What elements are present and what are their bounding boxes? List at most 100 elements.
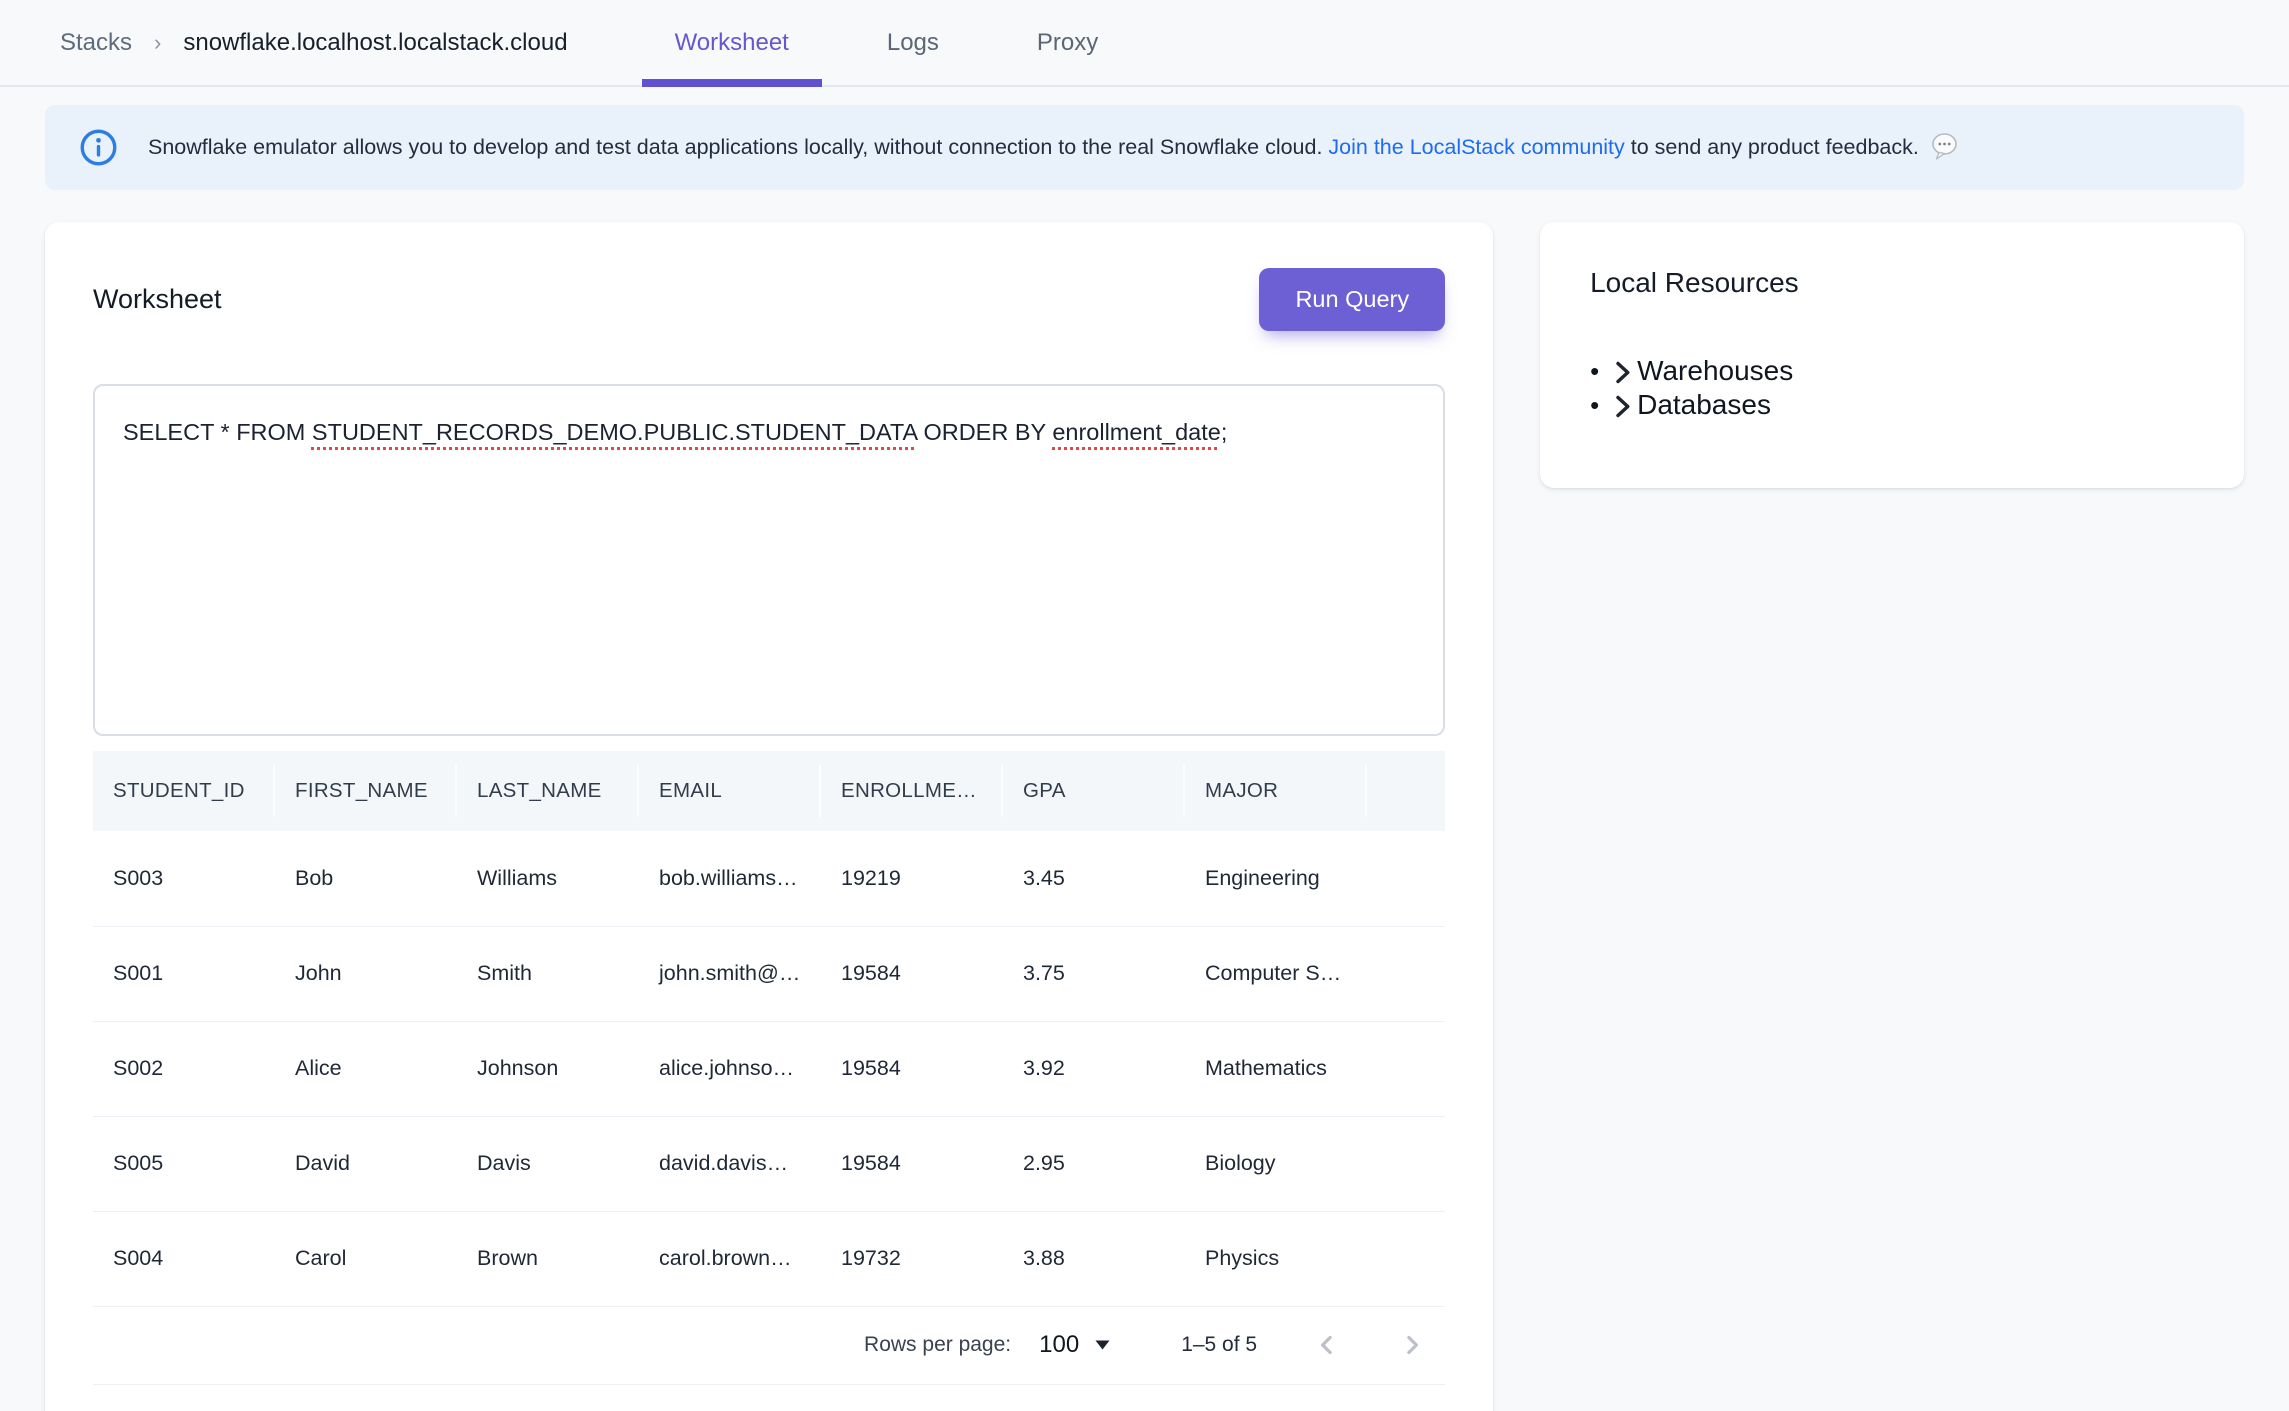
sql-table-identifier: STUDENT_RECORDS_DEMO.PUBLIC.STUDENT_DATA	[312, 419, 917, 445]
results-table-body: S003 Bob Williams bob.williams… 19219 3.…	[93, 831, 1445, 1306]
table-row: S005 David Davis david.davis… 19584 2.95…	[93, 1116, 1445, 1211]
tab-proxy[interactable]: Proxy	[1004, 0, 1131, 85]
breadcrumb-stacks-link[interactable]: Stacks	[60, 29, 132, 57]
tree-item-databases[interactable]: • Databases	[1590, 388, 2194, 422]
sql-segment: ;	[1221, 419, 1228, 445]
previous-page-button[interactable]	[1312, 1330, 1342, 1360]
rows-per-page-value: 100	[1039, 1331, 1079, 1359]
chevron-right-icon	[1612, 393, 1633, 420]
cell-filler	[1367, 1021, 1445, 1116]
cell-email: bob.williams…	[639, 831, 821, 926]
rows-per-page-label: Rows per page:	[864, 1333, 1011, 1357]
column-header-gpa: GPA	[1003, 751, 1185, 831]
table-row: S001 John Smith john.smith@… 19584 3.75 …	[93, 926, 1445, 1021]
cell-filler	[1367, 831, 1445, 926]
results-table: STUDENT_ID FIRST_NAME LAST_NAME EMAIL EN…	[93, 751, 1445, 1307]
cell-filler	[1367, 1211, 1445, 1306]
sql-segment: SELECT * FROM	[123, 419, 312, 445]
banner-text-after-link: to send any product feedback.	[1625, 135, 1919, 160]
cell-gpa: 2.95	[1003, 1116, 1185, 1211]
info-icon	[79, 128, 118, 167]
cell-filler	[1367, 1116, 1445, 1211]
main-content: Worksheet Run Query SELECT * FROM STUDEN…	[0, 222, 2289, 1411]
cell-filler	[1367, 926, 1445, 1021]
table-row: S004 Carol Brown carol.brown… 19732 3.88…	[93, 1211, 1445, 1306]
local-resources-list: • Warehouses • Databases	[1590, 354, 2194, 422]
column-header-student-id: STUDENT_ID	[93, 751, 275, 831]
cell-gpa: 3.75	[1003, 926, 1185, 1021]
column-header-filler	[1367, 751, 1445, 831]
local-resources-title: Local Resources	[1590, 267, 2194, 299]
sql-segment: ORDER BY	[917, 419, 1052, 445]
cell-last-name: Smith	[457, 926, 639, 1021]
cell-last-name: Davis	[457, 1116, 639, 1211]
breadcrumb-current-stack: snowflake.localhost.localstack.cloud	[183, 29, 567, 57]
run-query-button[interactable]: Run Query	[1259, 268, 1445, 331]
column-header-enrollment: ENROLLME…	[821, 751, 1003, 831]
breadcrumb: Stacks › snowflake.localhost.localstack.…	[60, 0, 568, 85]
cell-enrollment: 19584	[821, 1116, 1003, 1211]
speech-balloon-icon	[1929, 132, 1961, 167]
sql-column-identifier: enrollment_date	[1052, 419, 1221, 445]
worksheet-header: Worksheet Run Query	[93, 268, 1445, 331]
cell-first-name: Carol	[275, 1211, 457, 1306]
cell-gpa: 3.92	[1003, 1021, 1185, 1116]
tab-logs[interactable]: Logs	[854, 0, 972, 85]
cell-major: Biology	[1185, 1116, 1367, 1211]
sql-query-text: SELECT * FROM STUDENT_RECORDS_DEMO.PUBLI…	[123, 416, 1415, 449]
cell-email: carol.brown…	[639, 1211, 821, 1306]
cell-first-name: Bob	[275, 831, 457, 926]
sql-query-editor[interactable]: SELECT * FROM STUDENT_RECORDS_DEMO.PUBLI…	[93, 384, 1445, 736]
query-results: STUDENT_ID FIRST_NAME LAST_NAME EMAIL EN…	[93, 751, 1445, 1385]
column-header-major: MAJOR	[1185, 751, 1367, 831]
results-table-header: STUDENT_ID FIRST_NAME LAST_NAME EMAIL EN…	[93, 751, 1445, 831]
table-pagination: Rows per page: 100 1–5 of 5	[93, 1307, 1445, 1385]
cell-student-id: S001	[93, 926, 275, 1021]
cell-enrollment: 19584	[821, 926, 1003, 1021]
worksheet-card: Worksheet Run Query SELECT * FROM STUDEN…	[45, 222, 1493, 1411]
cell-major: Mathematics	[1185, 1021, 1367, 1116]
cell-first-name: Alice	[275, 1021, 457, 1116]
chevron-left-icon	[1312, 1330, 1342, 1360]
table-row: S002 Alice Johnson alice.johnso… 19584 3…	[93, 1021, 1445, 1116]
cell-last-name: Johnson	[457, 1021, 639, 1116]
tree-item-label: Warehouses	[1637, 354, 1793, 388]
banner-text-before-link: Snowflake emulator allows you to develop…	[148, 135, 1328, 160]
cell-email: david.davis…	[639, 1116, 821, 1211]
chevron-right-icon	[1612, 359, 1633, 386]
tree-item-warehouses[interactable]: • Warehouses	[1590, 354, 2194, 388]
cell-student-id: S003	[93, 831, 275, 926]
next-page-button[interactable]	[1397, 1330, 1427, 1360]
dropdown-arrow-icon	[1094, 1339, 1111, 1351]
cell-email: alice.johnso…	[639, 1021, 821, 1116]
cell-last-name: Brown	[457, 1211, 639, 1306]
cell-first-name: David	[275, 1116, 457, 1211]
worksheet-title: Worksheet	[93, 284, 222, 315]
cell-gpa: 3.45	[1003, 831, 1185, 926]
chevron-right-icon	[1397, 1330, 1427, 1360]
tab-bar: Worksheet Logs Proxy	[610, 0, 1132, 85]
pagination-range: 1–5 of 5	[1181, 1333, 1257, 1357]
banner-message: Snowflake emulator allows you to develop…	[148, 130, 1961, 165]
table-row: S003 Bob Williams bob.williams… 19219 3.…	[93, 831, 1445, 926]
tab-worksheet[interactable]: Worksheet	[642, 0, 822, 85]
cell-first-name: John	[275, 926, 457, 1021]
cell-enrollment: 19584	[821, 1021, 1003, 1116]
cell-student-id: S005	[93, 1116, 275, 1211]
list-bullet: •	[1590, 388, 1612, 422]
tree-item-label: Databases	[1637, 388, 1771, 422]
localstack-community-link[interactable]: Join the LocalStack community	[1328, 135, 1624, 160]
column-header-email: EMAIL	[639, 751, 821, 831]
cell-student-id: S004	[93, 1211, 275, 1306]
info-banner: Snowflake emulator allows you to develop…	[45, 105, 2244, 190]
breadcrumb-separator-icon: ›	[154, 30, 161, 56]
cell-major: Computer S…	[1185, 926, 1367, 1021]
cell-enrollment: 19732	[821, 1211, 1003, 1306]
cell-enrollment: 19219	[821, 831, 1003, 926]
list-bullet: •	[1590, 354, 1612, 388]
rows-per-page-select[interactable]: 100	[1039, 1331, 1111, 1359]
cell-major: Engineering	[1185, 831, 1367, 926]
cell-last-name: Williams	[457, 831, 639, 926]
cell-gpa: 3.88	[1003, 1211, 1185, 1306]
column-header-first-name: FIRST_NAME	[275, 751, 457, 831]
